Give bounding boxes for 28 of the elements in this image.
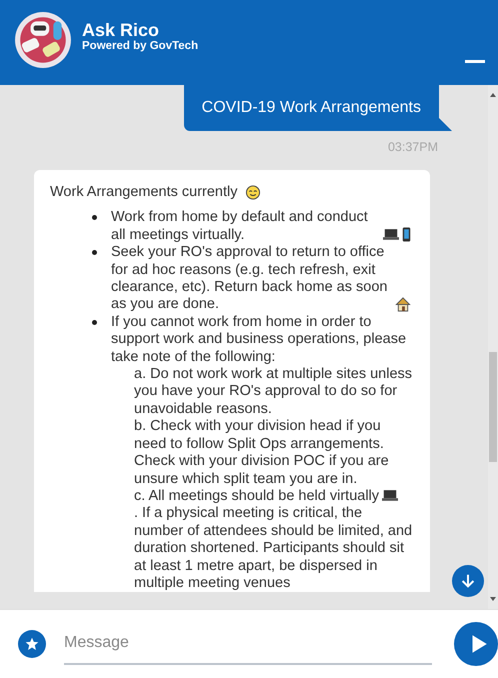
smiling-face-icon [244, 185, 260, 200]
message-text: Work from home by default and conduct all meetings virtually. [111, 209, 369, 244]
bubble-tail-icon [438, 117, 452, 131]
star-button[interactable] [18, 630, 46, 658]
send-button[interactable] [454, 622, 498, 666]
bullet-icon [92, 250, 97, 256]
phone-icon [402, 227, 411, 242]
message-input-field[interactable]: Message [64, 623, 432, 665]
robot-avatar-icon [14, 10, 72, 68]
house-icon [395, 296, 411, 312]
bot-name: Ask Rico [82, 20, 160, 40]
bullet-icon [92, 215, 97, 220]
star-icon [25, 637, 39, 651]
message-text: If you cannot work from home in order to support work and business operations, please take note of the following: [111, 314, 408, 366]
message-text: a. Do not work work at multiple sites unless you have your RO's approval to do so for unavoidable reasons. [134, 366, 414, 418]
message-time: 03:37PM [386, 140, 439, 154]
arrow-down-icon [459, 572, 477, 590]
message-title: Work Arrangements currently [50, 184, 238, 202]
scroll-down-button[interactable] [452, 565, 484, 597]
message-text: Seek your RO's approval to return to office for ad hoc reasons (e.g. tech refresh, exit clearance, etc). Return back home as soon as you are done. [111, 244, 388, 314]
laptop-icon [382, 488, 398, 504]
message-text: . If a physical meeting is critical, the number of attendees should be limited, and duration shortened. Participants should sit at least 1 metre apart, be dispersed in multiple meeting venues [134, 505, 414, 592]
message-text: b. Check with your division head if you need to follow Split Ops arrangements. Check with your division POC if you are unsure which split team you are in. [134, 418, 390, 488]
message-text: c. All meetings should be held virtually [134, 488, 380, 506]
laptop-icon [383, 227, 399, 242]
bullet-icon [92, 320, 97, 325]
user-message-bubble: COVID-19 Work Arrangements [184, 85, 439, 131]
powered-by-text: Powered by GovTech [82, 40, 198, 52]
